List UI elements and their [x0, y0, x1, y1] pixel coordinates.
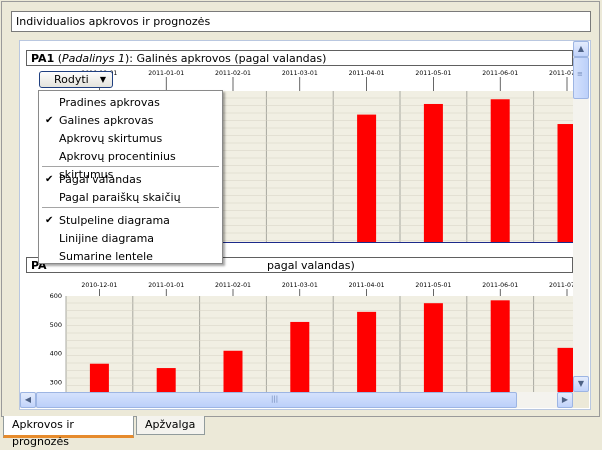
- bar: [423, 103, 443, 242]
- menu-item[interactable]: Linijine diagrama: [39, 230, 222, 248]
- main-panel: Individualios apkrovos ir prognozės PA1 …: [1, 1, 600, 417]
- menu-item[interactable]: ✔ Stulpeline diagrama: [39, 212, 222, 230]
- x-tick-label: 2011-03-01: [282, 70, 318, 77]
- menu-item-label: Stulpeline diagrama: [59, 214, 170, 227]
- x-tick-label: 2011-06-01: [482, 70, 518, 77]
- bar: [357, 311, 377, 392]
- menu-item[interactable]: Pagal paraiškų skaičių: [39, 189, 222, 207]
- menu-item-label: Sumarine lentele: [59, 250, 153, 263]
- show-dropdown-label: Rodyti: [54, 73, 89, 86]
- checkmark-icon: ✔: [45, 215, 54, 226]
- y-tick-label: 400: [50, 350, 62, 358]
- vertical-scrollbar[interactable]: ▲ ≡ ▼: [573, 41, 589, 392]
- bar: [89, 363, 109, 392]
- x-tick-label: 2011-02-01: [215, 282, 251, 289]
- panel-title-box: Individualios apkrovos ir prognozės: [11, 11, 591, 32]
- menu-item[interactable]: Apkrovų skirtumus: [39, 130, 222, 148]
- chart1-title-rest: ): Galinės apkrovos (pagal valandas): [124, 52, 327, 65]
- bar: [357, 114, 377, 242]
- checkmark-icon: ✔: [45, 174, 54, 185]
- x-tick-label: 2010-12-01: [81, 282, 117, 289]
- bar: [223, 350, 243, 392]
- bar: [557, 347, 573, 392]
- menu-item-label: Linijine diagrama: [59, 232, 155, 245]
- menu-item-label: Pagal valandas: [59, 173, 142, 186]
- horizontal-scrollbar[interactable]: ◀ ||| ▶: [20, 392, 573, 408]
- menu-item[interactable]: ✔ Pagal valandas: [39, 171, 222, 189]
- chevron-down-icon: ▼: [99, 75, 106, 84]
- menu-item[interactable]: Sumarine lentele: [39, 248, 222, 266]
- menu-item[interactable]: Pradines apkrovas: [39, 94, 222, 112]
- vertical-scroll-thumb[interactable]: ≡: [573, 57, 589, 99]
- bar: [423, 303, 443, 392]
- tab-apzvalga[interactable]: Apžvalga: [136, 416, 205, 435]
- view-options-menu: Pradines apkrovas ✔ Galines apkrovas Apkrov…: [38, 90, 223, 264]
- scroll-up-button[interactable]: ▲: [573, 41, 589, 57]
- y-tick-label: 500: [50, 321, 62, 329]
- tab-apkrovos-ir-prognozes[interactable]: Apkrovos ir prognozės: [3, 416, 134, 448]
- tab-label: Apžvalga: [145, 418, 196, 431]
- x-tick-label: 2011-03-01: [282, 282, 318, 289]
- checkmark-icon: ✔: [45, 115, 54, 126]
- x-tick-label: 2011-04-01: [349, 70, 385, 77]
- menu-item-label: Galines apkrovas: [59, 114, 154, 127]
- y-tick-label: 600: [50, 292, 62, 300]
- horizontal-scroll-thumb[interactable]: |||: [36, 392, 517, 408]
- chart1-code: PA1: [31, 52, 55, 65]
- x-tick-label: 2011-07-01: [549, 282, 573, 289]
- chart2-title-tail: pagal valandas): [267, 259, 355, 272]
- show-dropdown-button[interactable]: Rodyti ▼: [39, 71, 113, 88]
- panel-title: Individualios apkrovos ir prognozės: [16, 15, 211, 28]
- tab-label: Apkrovos ir prognozės: [12, 418, 74, 448]
- menu-item[interactable]: Apkrovų procentinius skirtumus: [39, 148, 222, 181]
- x-tick-label: 2011-02-01: [215, 70, 251, 77]
- x-tick-label: 2011-07-01: [549, 70, 573, 77]
- scroll-down-button[interactable]: ▼: [573, 376, 589, 392]
- chart1-header: PA1 (Padalinys 1): Galinės apkrovos (pag…: [26, 50, 573, 66]
- scroll-right-button[interactable]: ▶: [557, 392, 573, 408]
- x-tick-label: 2011-06-01: [482, 282, 518, 289]
- x-tick-label: 2011-01-01: [148, 70, 184, 77]
- bottom-tab-strip: Apkrovos ir prognozės Apžvalga: [0, 416, 602, 448]
- grip-icon: |||: [271, 395, 279, 403]
- menu-separator: [42, 207, 219, 208]
- y-tick-label: 300: [50, 378, 62, 386]
- menu-separator: [42, 166, 219, 167]
- grip-icon: ≡: [577, 70, 583, 78]
- bar: [156, 368, 176, 392]
- bar: [557, 124, 573, 242]
- menu-item-label: Pradines apkrovas: [59, 96, 160, 109]
- chart1-unit-name: Padalinys 1: [62, 52, 125, 65]
- x-tick-label: 2011-01-01: [148, 282, 184, 289]
- x-tick-label: 2011-05-01: [415, 282, 451, 289]
- scroll-corner: [573, 392, 589, 408]
- x-tick-label: 2011-04-01: [349, 282, 385, 289]
- x-tick-label: 2011-05-01: [415, 70, 451, 77]
- menu-item-label: Apkrovų skirtumus: [59, 132, 163, 145]
- scroll-left-button[interactable]: ◀: [20, 392, 36, 408]
- bar: [490, 300, 510, 392]
- bar: [490, 99, 510, 242]
- bar: [290, 321, 310, 392]
- menu-item-label: Pagal paraiškų skaičių: [59, 191, 181, 204]
- chart2: 2010-12-01 2011-01-01 2011-02-01 2011-03-01…: [50, 282, 573, 392]
- menu-item[interactable]: ✔ Galines apkrovas: [39, 112, 222, 130]
- chart1-paren: (: [54, 52, 63, 65]
